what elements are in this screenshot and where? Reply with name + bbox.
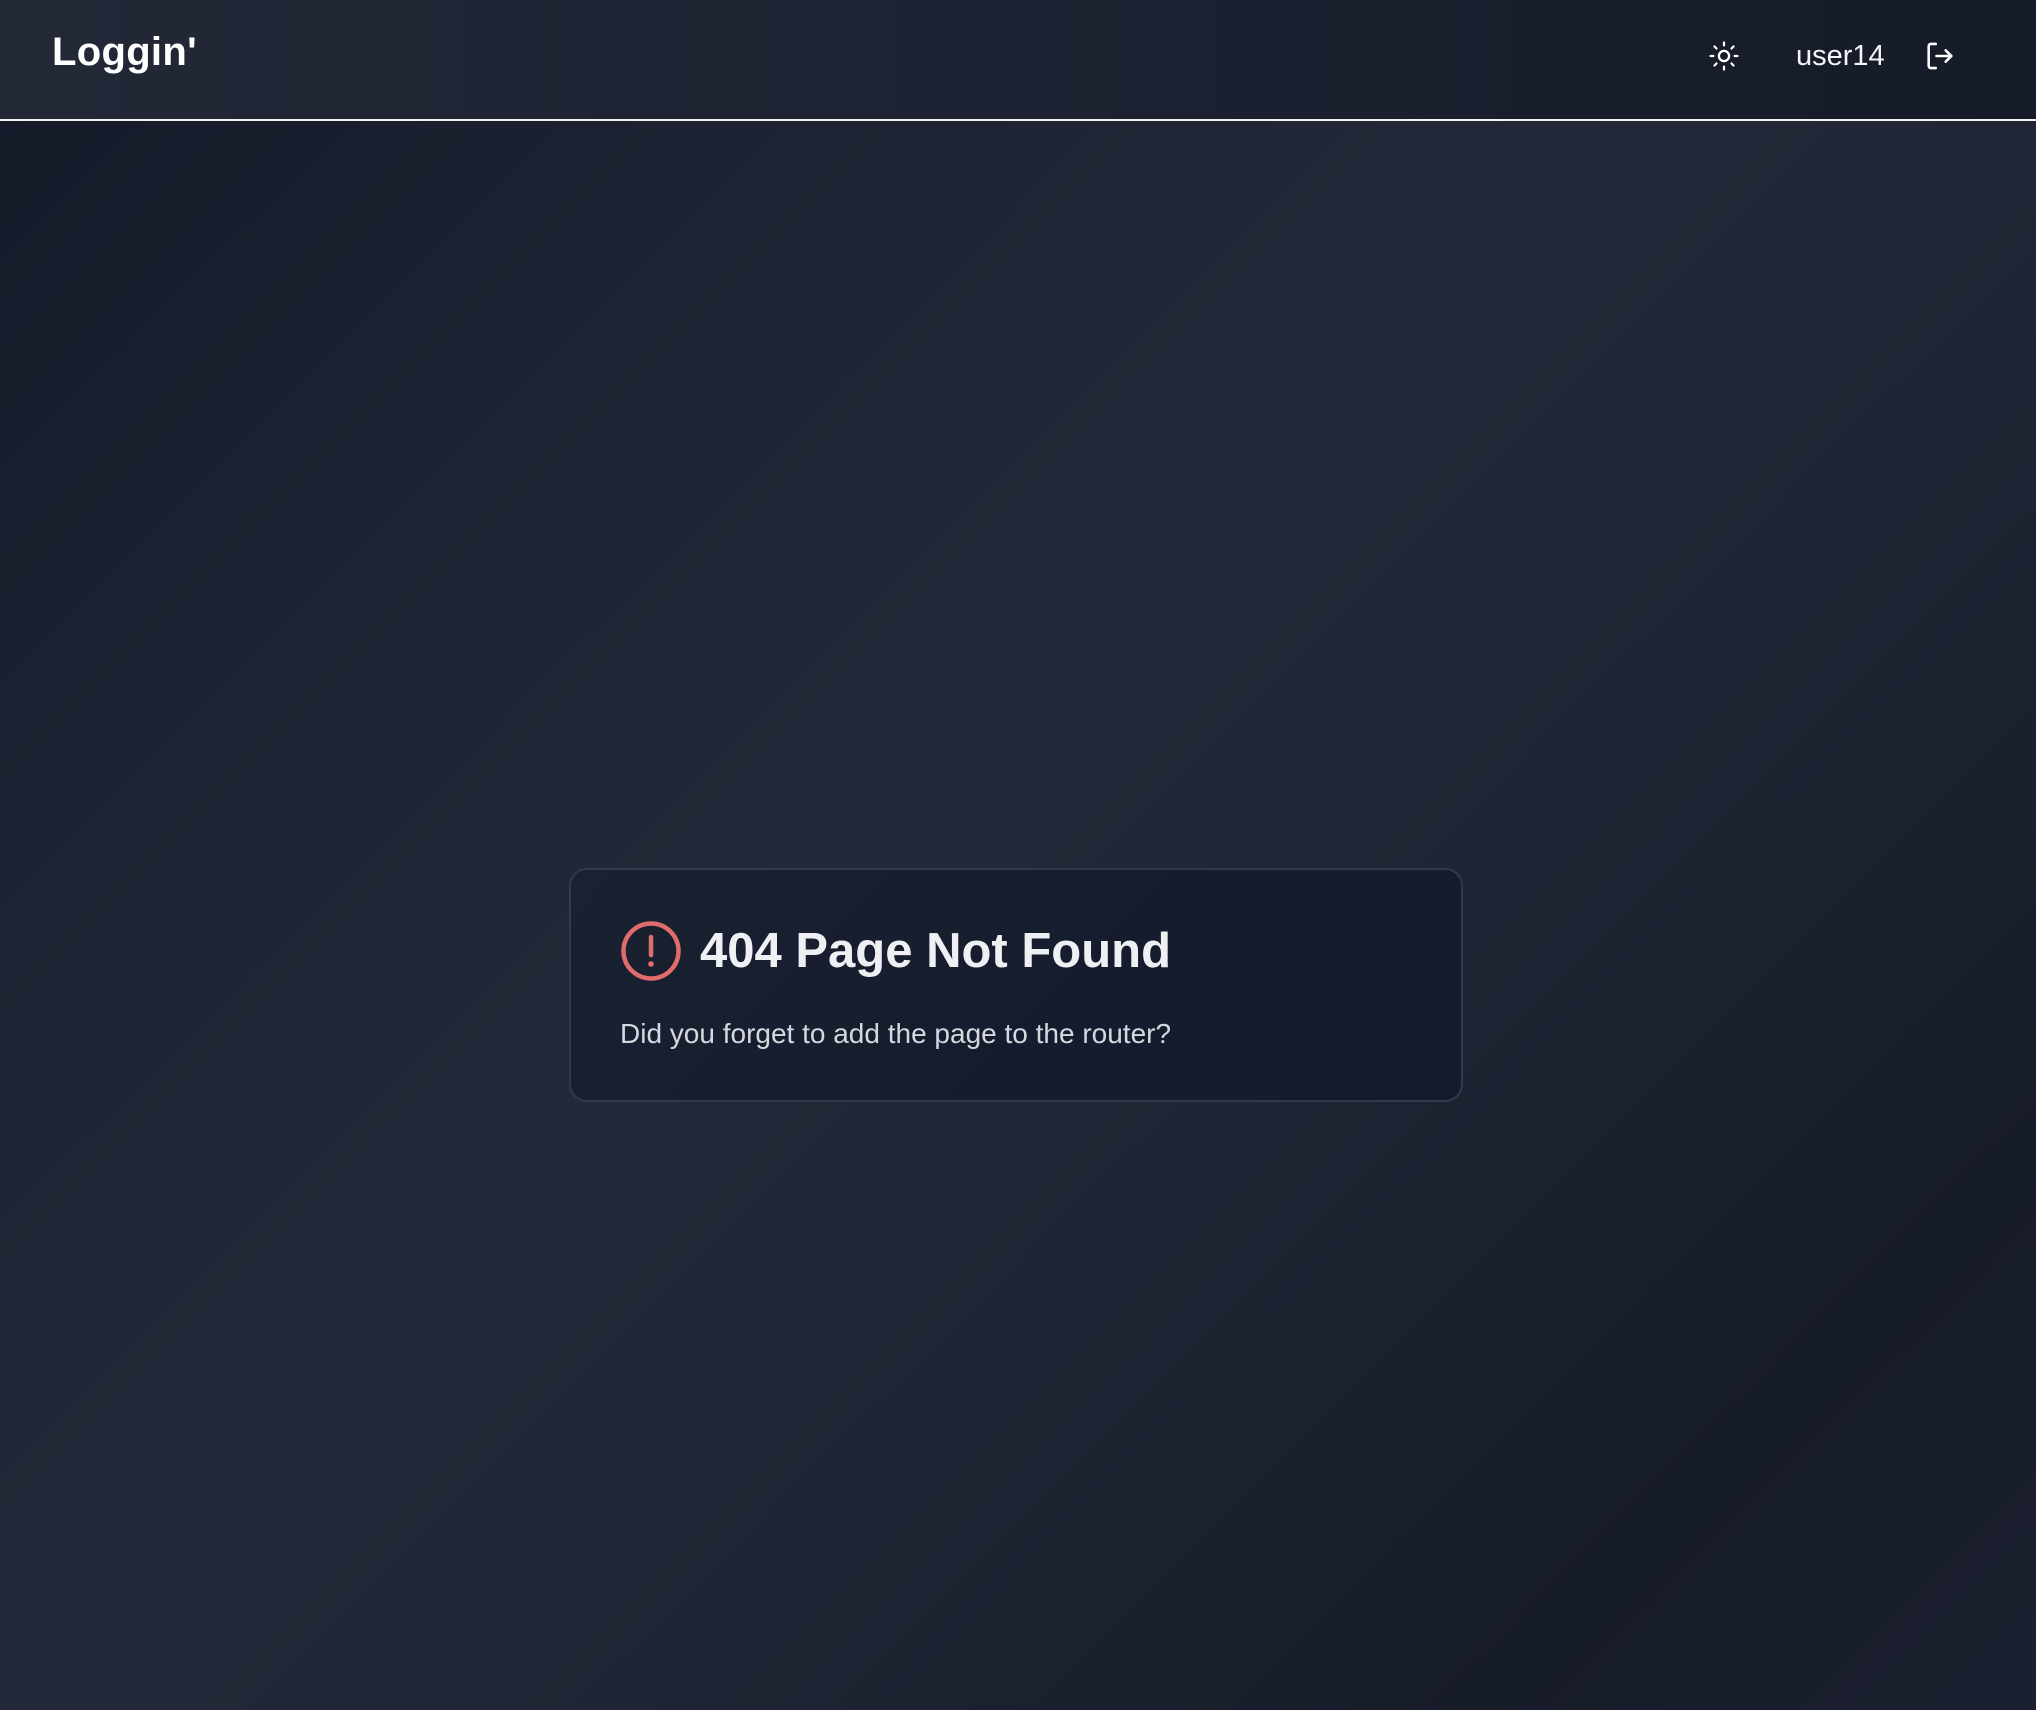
card-title-row: 404 Page Not Found	[620, 920, 1171, 982]
error-message: Did you forget to add the page to the ro…	[620, 1018, 1172, 1049]
app-header: Loggin' user14	[0, 0, 2036, 121]
logout-button[interactable]	[1920, 38, 1960, 78]
logout-icon	[1923, 39, 1957, 78]
not-found-card: 404 Page Not Found Did you forget to add…	[569, 868, 1463, 1102]
theme-toggle-button[interactable]	[1704, 38, 1744, 78]
sun-icon	[1707, 39, 1741, 78]
alert-circle-icon	[620, 920, 682, 982]
app-brand[interactable]: Loggin'	[52, 30, 197, 75]
username-label: user14	[1796, 40, 1885, 72]
error-title: 404 Page Not Found	[700, 924, 1172, 978]
